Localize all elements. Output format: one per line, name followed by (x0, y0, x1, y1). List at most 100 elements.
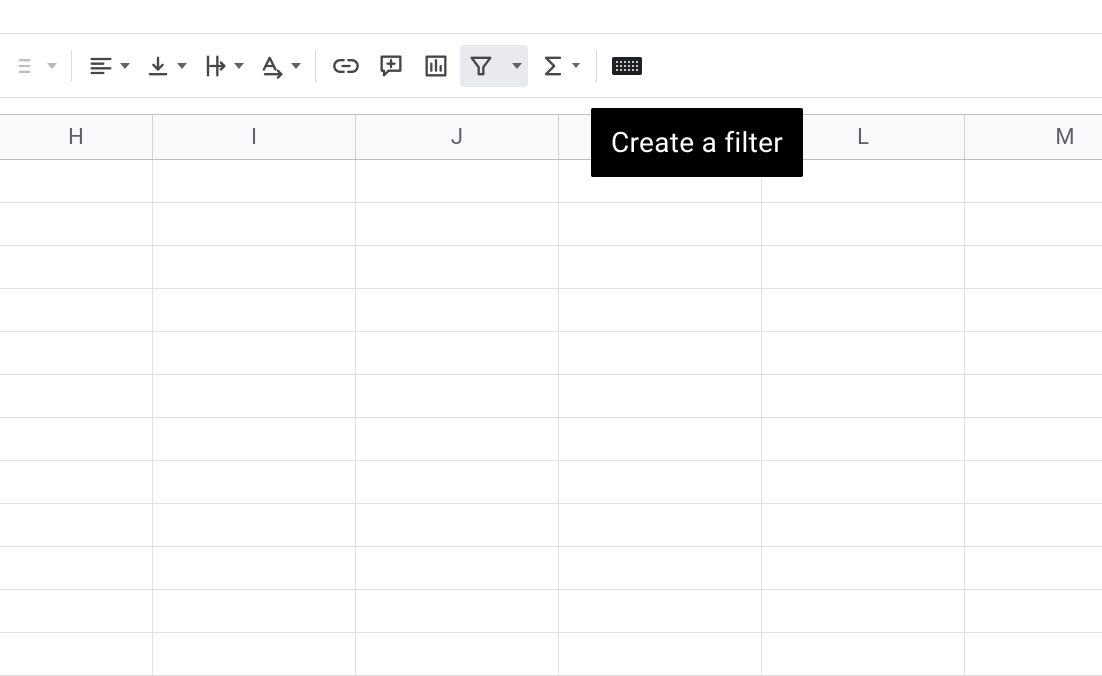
cell[interactable] (965, 633, 1102, 675)
caret-down-icon (120, 63, 130, 69)
grid-row (0, 289, 1102, 332)
cell[interactable] (762, 590, 965, 632)
cell[interactable] (965, 590, 1102, 632)
cell[interactable] (559, 461, 762, 503)
cell[interactable] (0, 461, 153, 503)
cell[interactable] (965, 547, 1102, 589)
cell[interactable] (356, 547, 559, 589)
column-header[interactable]: H (0, 115, 153, 159)
cell[interactable] (965, 504, 1102, 546)
insert-comment-button[interactable] (370, 45, 412, 87)
column-header[interactable]: J (356, 115, 559, 159)
insert-link-button[interactable] (325, 45, 367, 87)
cell[interactable] (559, 590, 762, 632)
caret-down-icon (572, 63, 580, 68)
toolbar-separator (71, 50, 72, 82)
column-header[interactable]: M (965, 115, 1102, 159)
grid-row (0, 203, 1102, 246)
cell[interactable] (0, 547, 153, 589)
cell[interactable] (153, 246, 356, 288)
filter-tooltip: Create a filter (591, 108, 803, 177)
cell[interactable] (356, 590, 559, 632)
cell[interactable] (153, 203, 356, 245)
cell[interactable] (153, 289, 356, 331)
keyboard-button[interactable] (606, 45, 648, 87)
horizontal-align-button[interactable] (81, 45, 135, 87)
cell[interactable] (356, 160, 559, 202)
cell[interactable] (153, 332, 356, 374)
cell[interactable] (356, 289, 559, 331)
formula-bar-area (0, 98, 1102, 114)
cell[interactable] (965, 203, 1102, 245)
cell[interactable] (559, 289, 762, 331)
cell[interactable] (762, 332, 965, 374)
cell[interactable] (965, 246, 1102, 288)
cell[interactable] (965, 375, 1102, 417)
cell[interactable] (965, 332, 1102, 374)
cell[interactable] (762, 289, 965, 331)
filter-views-button[interactable] (502, 45, 528, 87)
cell[interactable] (559, 504, 762, 546)
cell[interactable] (965, 461, 1102, 503)
column-header[interactable]: I (153, 115, 356, 159)
cell[interactable] (356, 418, 559, 460)
grid-row (0, 633, 1102, 676)
cell[interactable] (0, 633, 153, 675)
insert-chart-button[interactable] (415, 45, 457, 87)
cell[interactable] (762, 203, 965, 245)
text-rotation-button[interactable] (252, 45, 306, 87)
cell[interactable] (559, 633, 762, 675)
cell[interactable] (153, 375, 356, 417)
filter-button[interactable] (460, 45, 502, 87)
cell[interactable] (356, 461, 559, 503)
cell[interactable] (762, 461, 965, 503)
align-bottom-icon (144, 52, 172, 80)
prev-dropdown-button[interactable] (8, 45, 62, 87)
cell[interactable] (356, 504, 559, 546)
cell[interactable] (356, 332, 559, 374)
cell[interactable] (762, 246, 965, 288)
cell[interactable] (356, 203, 559, 245)
cell[interactable] (559, 547, 762, 589)
cell[interactable] (153, 547, 356, 589)
chart-icon (422, 52, 450, 80)
cell[interactable] (0, 203, 153, 245)
functions-button[interactable] (531, 45, 587, 87)
cell[interactable] (0, 590, 153, 632)
cell[interactable] (559, 246, 762, 288)
spreadsheet-grid[interactable]: H I J K L M (0, 114, 1102, 676)
vertical-align-button[interactable] (138, 45, 192, 87)
cell[interactable] (153, 504, 356, 546)
cell[interactable] (0, 332, 153, 374)
cell[interactable] (153, 160, 356, 202)
cell[interactable] (762, 633, 965, 675)
cell[interactable] (762, 375, 965, 417)
grid-row (0, 246, 1102, 289)
cell[interactable] (559, 203, 762, 245)
cell[interactable] (0, 504, 153, 546)
cell[interactable] (153, 633, 356, 675)
cell[interactable] (153, 590, 356, 632)
cell[interactable] (356, 375, 559, 417)
cell[interactable] (762, 418, 965, 460)
cell[interactable] (153, 418, 356, 460)
cell[interactable] (762, 504, 965, 546)
cell[interactable] (965, 418, 1102, 460)
cell[interactable] (356, 246, 559, 288)
grid-row (0, 332, 1102, 375)
text-wrap-button[interactable] (195, 45, 249, 87)
cell[interactable] (559, 418, 762, 460)
cell[interactable] (0, 246, 153, 288)
cell[interactable] (153, 461, 356, 503)
cell[interactable] (559, 332, 762, 374)
cell[interactable] (0, 160, 153, 202)
toolbar-separator (596, 50, 597, 82)
cell[interactable] (0, 375, 153, 417)
cell[interactable] (0, 418, 153, 460)
cell[interactable] (0, 289, 153, 331)
cell[interactable] (356, 633, 559, 675)
cell[interactable] (965, 160, 1102, 202)
cell[interactable] (762, 547, 965, 589)
cell[interactable] (559, 375, 762, 417)
cell[interactable] (965, 289, 1102, 331)
